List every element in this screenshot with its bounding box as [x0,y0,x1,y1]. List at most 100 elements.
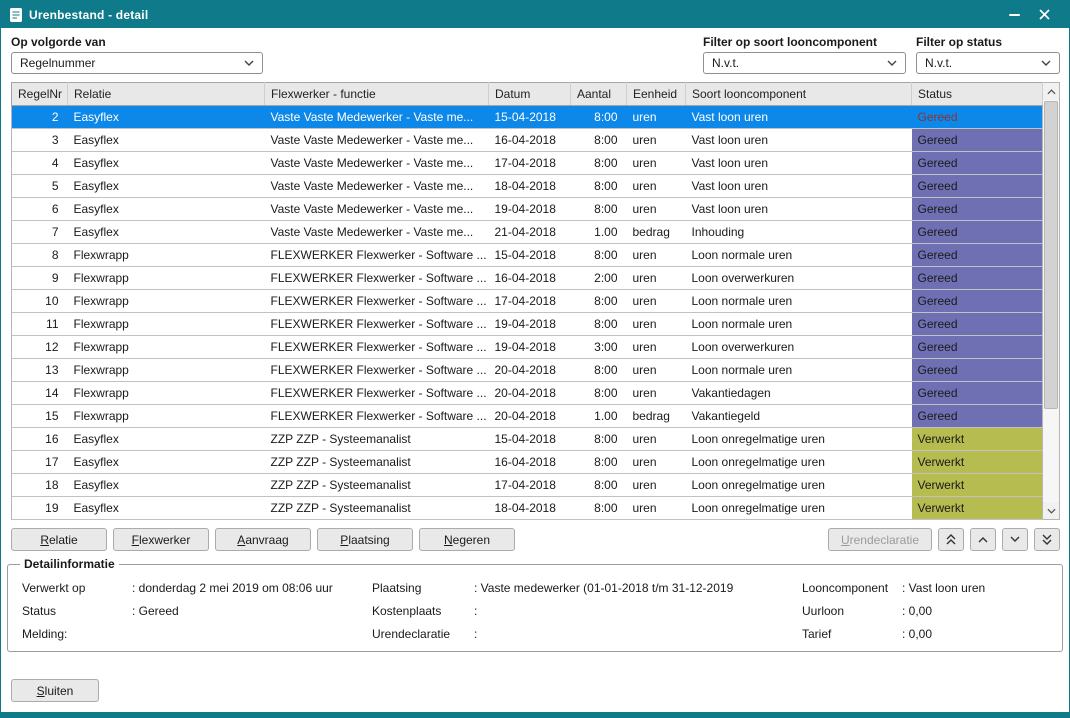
cell-regelnr: 13 [12,359,68,382]
column-header-regelnr[interactable]: RegelNr [12,83,68,106]
tarief-label: Tarief [802,627,902,641]
plaatsing-button[interactable]: Plaatsing [317,528,413,551]
chevron-down-icon [887,60,897,66]
filter-bar: Op volgorde van Regelnummer Filter op so… [1,28,1069,82]
table-row[interactable]: 2EasyflexVaste Vaste Medewerker - Vaste … [12,106,1043,129]
table-row[interactable]: 9FlexwrappFLEXWERKER Flexwerker - Softwa… [12,267,1043,290]
cell-looncomponent: Vast loon uren [686,175,912,198]
cell-datum: 17-04-2018 [489,152,571,175]
table-row[interactable]: 17EasyflexZZP ZZP - Systeemanalist16-04-… [12,451,1043,474]
table-row[interactable]: 4EasyflexVaste Vaste Medewerker - Vaste … [12,152,1043,175]
status-label: Status [22,604,132,618]
table-row[interactable]: 10FlexwrappFLEXWERKER Flexwerker - Softw… [12,290,1043,313]
sort-order-combobox[interactable]: Regelnummer [11,52,263,74]
cell-datum: 16-04-2018 [489,451,571,474]
table-row[interactable]: 16EasyflexZZP ZZP - Systeemanalist15-04-… [12,428,1043,451]
table-row[interactable]: 8FlexwrappFLEXWERKER Flexwerker - Softwa… [12,244,1043,267]
column-header-datum[interactable]: Datum [489,83,571,106]
cell-datum: 19-04-2018 [489,336,571,359]
cell-status: Gereed [912,152,1043,175]
table-row[interactable]: 14FlexwrappFLEXWERKER Flexwerker - Softw… [12,382,1043,405]
cell-regelnr: 18 [12,474,68,497]
table-row[interactable]: 18EasyflexZZP ZZP - Systeemanalist17-04-… [12,474,1043,497]
titlebar: Urenbestand - detail [1,1,1069,28]
cell-looncomponent: Loon normale uren [686,313,912,336]
cell-looncomponent: Loon normale uren [686,359,912,382]
filter-status-label: Filter op status [916,35,1060,49]
minimize-icon [1009,14,1020,16]
table-row[interactable]: 12FlexwrappFLEXWERKER Flexwerker - Softw… [12,336,1043,359]
table-row[interactable]: 5EasyflexVaste Vaste Medewerker - Vaste … [12,175,1043,198]
table-row[interactable]: 6EasyflexVaste Vaste Medewerker - Vaste … [12,198,1043,221]
scroll-down-button[interactable] [1043,502,1059,519]
cell-eenheid: uren [627,336,686,359]
scrollbar-thumb[interactable] [1044,101,1058,409]
table-row[interactable]: 11FlexwrappFLEXWERKER Flexwerker - Softw… [12,313,1043,336]
next-row-button[interactable] [1002,528,1028,551]
cell-looncomponent: Loon normale uren [686,290,912,313]
cell-status: Gereed [912,129,1043,152]
sluiten-button[interactable]: Sluiten [11,679,99,702]
column-header-looncomponent[interactable]: Soort looncomponent [686,83,912,106]
cell-datum: 15-04-2018 [489,106,571,129]
cell-flexwerker: FLEXWERKER Flexwerker - Software ... [265,313,489,336]
column-header-flexwerker[interactable]: Flexwerker - functie [265,83,489,106]
vertical-scrollbar[interactable] [1043,82,1060,520]
cell-aantal: 8:00 [571,129,627,152]
cell-regelnr: 7 [12,221,68,244]
negeren-button[interactable]: Negeren [419,528,515,551]
cell-flexwerker: FLEXWERKER Flexwerker - Software ... [265,359,489,382]
cell-looncomponent: Vast loon uren [686,129,912,152]
cell-looncomponent: Vakantiegeld [686,405,912,428]
table-row[interactable]: 7EasyflexVaste Vaste Medewerker - Vaste … [12,221,1043,244]
cell-aantal: 8:00 [571,152,627,175]
aanvraag-button[interactable]: Aanvraag [215,528,311,551]
flexwerker-button[interactable]: Flexwerker [113,528,209,551]
relatie-button[interactable]: Relatie [11,528,107,551]
cell-eenheid: uren [627,129,686,152]
previous-row-button[interactable] [970,528,996,551]
cell-aantal: 8:00 [571,428,627,451]
cell-datum: 21-04-2018 [489,221,571,244]
scrollbar-track[interactable] [1043,100,1059,502]
filter-status-combobox[interactable]: N.v.t. [916,52,1060,74]
last-row-button[interactable] [1034,528,1060,551]
table-row[interactable]: 13FlexwrappFLEXWERKER Flexwerker - Softw… [12,359,1043,382]
column-header-aantal[interactable]: Aantal [571,83,627,106]
cell-eenheid: uren [627,267,686,290]
column-header-relatie[interactable]: Relatie [68,83,265,106]
melding-label: Melding: [22,627,132,641]
minimize-button[interactable] [999,1,1029,28]
first-row-button[interactable] [938,528,964,551]
cell-relatie: Easyflex [68,451,265,474]
cell-relatie: Flexwrapp [68,336,265,359]
cell-relatie: Easyflex [68,474,265,497]
sort-order-value: Regelnummer [20,56,95,70]
cell-regelnr: 11 [12,313,68,336]
filter-status-value: N.v.t. [925,56,952,70]
column-header-eenheid[interactable]: Eenheid [627,83,686,106]
scroll-up-button[interactable] [1043,83,1059,100]
filter-looncomponent-combobox[interactable]: N.v.t. [703,52,906,74]
close-button[interactable] [1029,1,1059,28]
cell-status: Gereed [912,313,1043,336]
table-row[interactable]: 19EasyflexZZP ZZP - Systeemanalist18-04-… [12,497,1043,520]
cell-status: Verwerkt [912,497,1043,520]
table-row[interactable]: 3EasyflexVaste Vaste Medewerker - Vaste … [12,129,1043,152]
cell-relatie: Easyflex [68,152,265,175]
cell-eenheid: uren [627,152,686,175]
chevron-down-icon [1010,536,1020,543]
window-title: Urenbestand - detail [29,8,148,22]
cell-eenheid: uren [627,497,686,520]
table-row[interactable]: 15FlexwrappFLEXWERKER Flexwerker - Softw… [12,405,1043,428]
kostenplaats-value: : [474,604,802,618]
uren-table-area: RegelNr Relatie Flexwerker - functie Dat… [1,82,1069,520]
cell-flexwerker: FLEXWERKER Flexwerker - Software ... [265,244,489,267]
cell-looncomponent: Vast loon uren [686,106,912,129]
cell-eenheid: bedrag [627,405,686,428]
cell-flexwerker: Vaste Vaste Medewerker - Vaste me... [265,175,489,198]
column-header-status[interactable]: Status [912,83,1043,106]
cell-regelnr: 16 [12,428,68,451]
cell-relatie: Flexwrapp [68,313,265,336]
urendeclaratie-button[interactable]: Urendeclaratie [828,528,932,551]
